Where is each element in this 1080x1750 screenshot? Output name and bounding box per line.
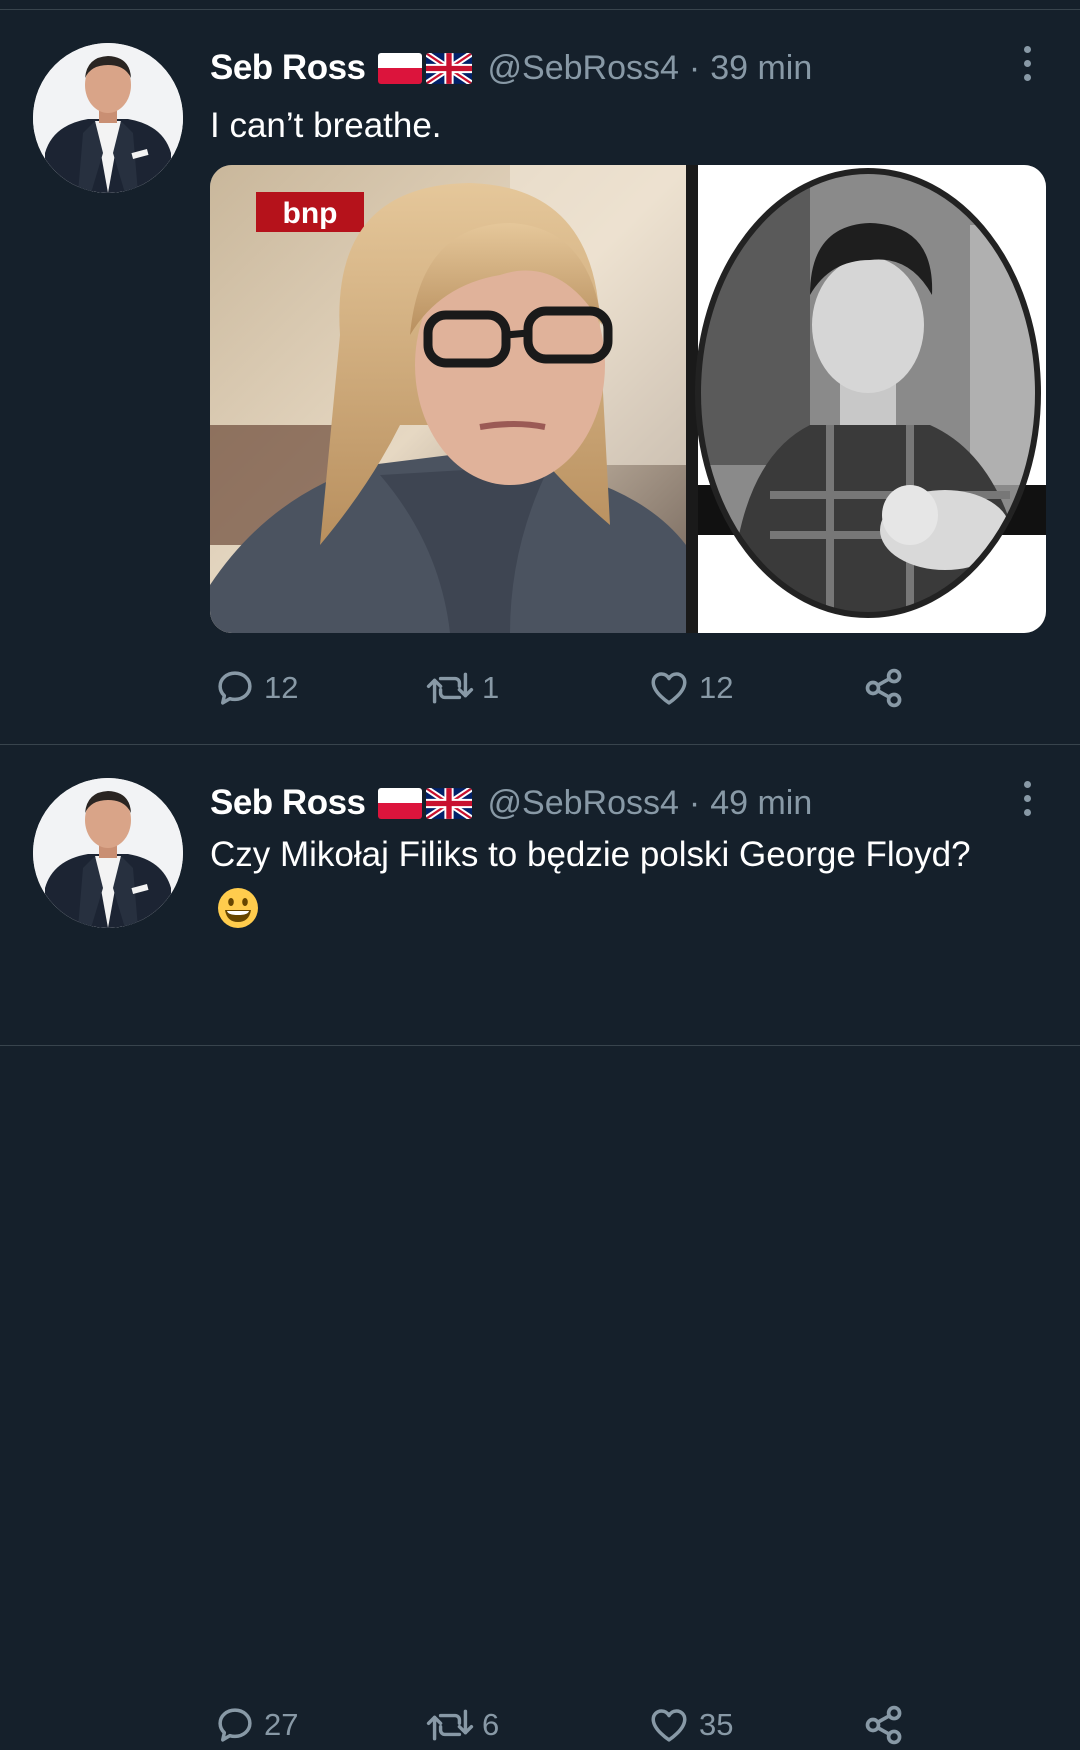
share-button[interactable] [862, 663, 906, 713]
tweet-header: Seb Ross @SebRoss4 · 39 min [210, 46, 812, 90]
flag-emojis [377, 52, 472, 84]
retweet-count: 6 [482, 1707, 500, 1742]
like-button[interactable]: 35 [647, 1700, 733, 1750]
like-count: 35 [699, 1707, 734, 1742]
reply-button[interactable]: 27 [214, 1700, 298, 1750]
like-icon [651, 1709, 687, 1742]
more-options-icon[interactable] [1021, 779, 1033, 819]
tweet-media[interactable]: bnp [210, 165, 1046, 633]
smiley-emoji-icon [218, 888, 258, 928]
tweet-actions: 12 1 12 [0, 663, 1080, 713]
tweet[interactable]: Seb Ross @SebRoss4 · 49 min Czy Mikołaj … [0, 745, 1080, 1745]
retweet-icon [426, 1709, 474, 1741]
separator: · [688, 48, 701, 87]
author-handle[interactable]: @SebRoss4 [488, 49, 679, 88]
timestamp[interactable]: 39 min [710, 49, 812, 88]
retweet-count: 1 [482, 670, 500, 705]
like-button[interactable]: 12 [647, 663, 733, 713]
share-button[interactable] [862, 1700, 906, 1750]
bottom-border [0, 1045, 1080, 1046]
author-handle[interactable]: @SebRoss4 [488, 784, 679, 823]
flag-poland-icon [377, 787, 422, 819]
retweet-icon [426, 672, 474, 704]
tweet-header: Seb Ross @SebRoss4 · 49 min [210, 781, 812, 825]
watermark-bnp: bnp [283, 197, 338, 230]
like-icon [651, 672, 687, 705]
flag-uk-icon [425, 52, 472, 84]
avatar[interactable] [33, 43, 183, 193]
reply-button[interactable]: 12 [214, 663, 298, 713]
tweet-text: I can’t breathe. [210, 106, 442, 145]
author-name[interactable]: Seb Ross [210, 783, 366, 823]
flag-uk-icon [425, 787, 472, 819]
flag-emojis [377, 787, 472, 819]
author-name[interactable]: Seb Ross [210, 48, 366, 88]
share-icon [865, 1705, 902, 1745]
retweet-button[interactable]: 6 [426, 1700, 499, 1750]
share-icon [865, 668, 902, 708]
tweet-text: Czy Mikołaj Filiks to będzie polski Geor… [210, 827, 1010, 939]
reply-icon [218, 671, 252, 705]
like-count: 12 [699, 670, 734, 705]
timestamp[interactable]: 49 min [710, 784, 812, 823]
more-options-icon[interactable] [1021, 44, 1033, 84]
tweet-actions: 27 6 35 [0, 1700, 1080, 1750]
reply-icon [218, 1708, 252, 1742]
avatar[interactable] [33, 778, 183, 928]
tweet[interactable]: Seb Ross @SebRoss4 · 39 min I can’t brea… [0, 10, 1080, 744]
retweet-button[interactable]: 1 [426, 663, 499, 713]
flag-poland-icon [377, 52, 422, 84]
reply-count: 27 [264, 1707, 299, 1742]
reply-count: 12 [264, 670, 299, 705]
tweet-text-content: Czy Mikołaj Filiks to będzie polski Geor… [210, 835, 971, 874]
separator: · [688, 783, 701, 822]
